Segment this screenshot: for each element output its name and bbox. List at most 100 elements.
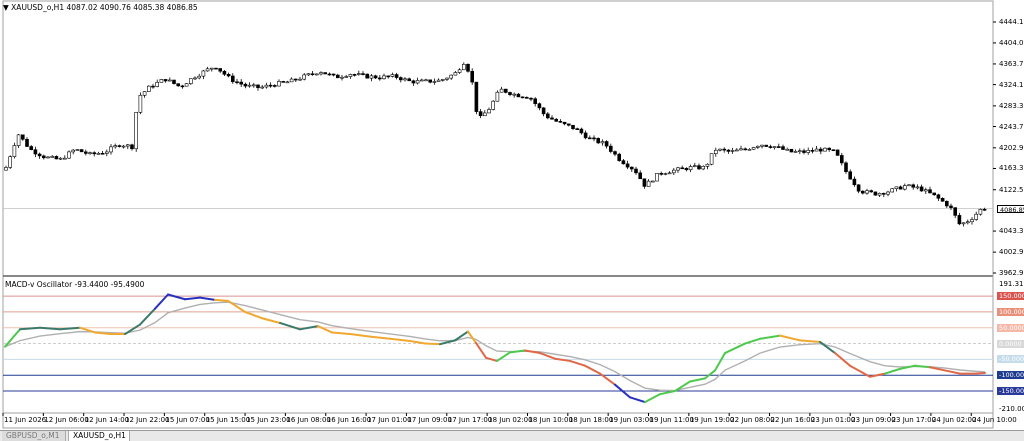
candle [134,111,138,150]
time-label: 22 Jun 16:00 [770,416,815,424]
candle [285,81,290,84]
candle [625,163,630,168]
candle [298,78,302,81]
candle [554,118,559,122]
price-label: 4043.30 [999,227,1024,236]
signal-line [4,301,986,392]
candle [243,83,248,87]
level-tag: 0.0000 [997,339,1024,348]
macd-segment [244,310,263,320]
candle [835,149,840,156]
macd-segment [261,317,281,324]
candle [482,112,487,117]
candle [852,178,857,186]
candle [20,134,25,140]
candle [634,168,638,174]
candle [621,160,626,165]
candle [390,74,395,77]
candle [327,73,332,76]
candle [512,93,517,96]
candle [4,167,8,171]
candle [293,78,298,81]
candle [415,80,420,84]
candle [117,145,122,147]
time-label: 19 Jun 03:00 [609,416,654,424]
candle [545,113,550,119]
candle [449,74,454,79]
candle [62,157,67,160]
macd-segment [279,321,301,331]
macd-segment [724,342,746,355]
candle [33,149,38,155]
candle [432,81,437,83]
candle [730,150,735,152]
candle [172,79,176,84]
candle [373,75,378,79]
candle [571,124,575,129]
symbol-ohlc-text: XAUUSD_o,H1 4087.02 4090.76 4085.38 4086… [11,3,198,12]
chart-canvas[interactable] [0,0,1024,440]
macd-segment [349,333,371,338]
indicator-title: MACD-v Oscillator -93.4400 -95.4900 [5,280,145,289]
candle [218,68,222,72]
candle [46,156,50,159]
candle [772,146,777,148]
time-label: 12 Jun 14:00 [84,416,130,424]
candle [138,94,143,113]
candle [92,152,96,155]
candle [865,190,869,194]
candle [487,109,491,114]
dropdown-arrow-icon[interactable]: ▼ [3,3,9,12]
time-label: 22 Jun 08:00 [730,416,775,424]
macd-segment [409,340,426,345]
level-tag: -50.0000 [997,355,1024,364]
candle [785,148,790,151]
candle [466,63,470,72]
candle [403,78,407,81]
chart-window: ▼ XAUUSD_o,H1 4087.02 4090.76 4085.38 40… [0,0,1024,441]
macd-segment [759,334,781,340]
candle [252,84,256,87]
candle [260,86,265,89]
candle [50,156,55,158]
macd-segment [317,325,333,334]
candle [37,153,42,157]
candle [848,171,853,180]
candle [67,151,71,159]
candle [722,148,727,151]
candle [697,165,701,170]
candle [428,79,433,83]
symbol-info: ▼ XAUUSD_o,H1 4087.02 4090.76 4085.38 40… [3,3,198,12]
candle [583,132,588,139]
candle [54,156,59,160]
candle [323,72,328,75]
time-label: 17 Jun 09:00 [407,416,452,424]
candle [113,145,117,148]
candle [184,83,189,87]
candle [541,107,546,115]
candle [109,146,113,153]
candle [205,68,210,72]
candle [356,73,361,75]
candle [650,180,655,183]
candle [100,152,105,155]
time-label: 19 Jun 11:00 [649,416,694,424]
candle [193,77,197,80]
candle [176,83,180,87]
candle [869,190,874,193]
candle [970,219,974,223]
time-label: 23 Jun 09:00 [851,416,896,424]
candle [944,200,949,207]
candle [361,73,365,75]
macd-segment [744,337,761,345]
candle [823,147,827,152]
macd-segment [974,371,986,375]
candle [41,155,46,159]
candle [84,151,88,154]
candle [155,82,159,87]
time-label: 24 Jun 10:00 [972,416,1017,424]
candle [226,73,231,77]
macd-segment [509,349,526,354]
candle [503,88,508,93]
macd-segment [227,299,246,313]
